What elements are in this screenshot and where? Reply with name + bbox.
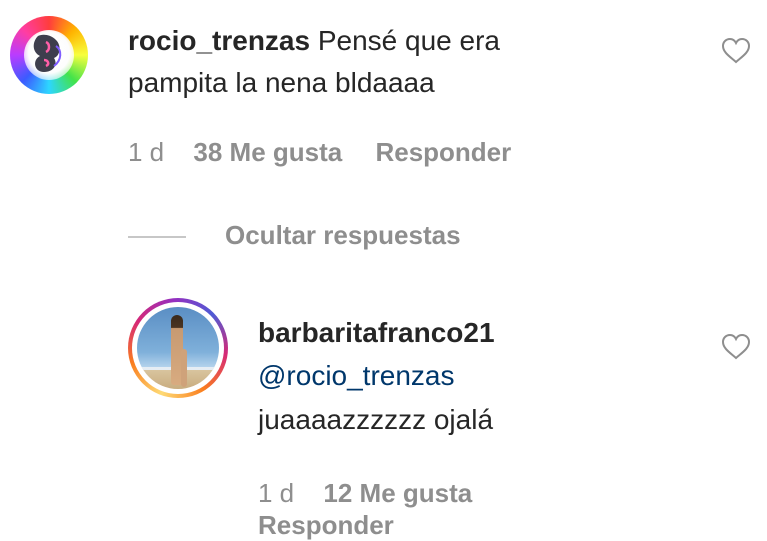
- reply-button[interactable]: Responder: [375, 137, 511, 168]
- comments-screen: rocio_trenzas Pensé que era pampita la n…: [0, 0, 767, 541]
- commenter-avatar[interactable]: [10, 16, 88, 94]
- reply-text: juaaaazzzzzz ojalá: [258, 404, 494, 435]
- reply-avatar[interactable]: [128, 298, 228, 398]
- reply-mention[interactable]: @rocio_trenzas: [258, 360, 455, 392]
- photo-figure-leg: [181, 349, 187, 387]
- comment-username[interactable]: rocio_trenzas: [128, 25, 310, 56]
- avatar-logo-icon: [33, 34, 62, 72]
- reply-reply-button[interactable]: Responder: [258, 510, 394, 541]
- heart-icon[interactable]: [721, 333, 751, 361]
- hide-replies-divider: [128, 236, 186, 238]
- hide-replies-label[interactable]: Ocultar respuestas: [225, 220, 461, 251]
- comment-body: rocio_trenzas Pensé que era pampita la n…: [128, 20, 598, 104]
- reply-time: 1 d: [258, 478, 295, 508]
- heart-icon[interactable]: [721, 37, 751, 65]
- reply-avatar-photo: [137, 307, 219, 389]
- reply-likes[interactable]: 12 Me gusta: [323, 478, 472, 509]
- reply-username[interactable]: barbaritafranco21: [258, 317, 495, 349]
- comment-likes[interactable]: 38 Me gusta: [193, 137, 342, 168]
- comment-meta: 1 d 38 Me gusta Responder: [128, 137, 511, 168]
- reply-meta: 1 d 12 Me gusta: [258, 478, 472, 509]
- comment-time: 1 d: [128, 137, 165, 167]
